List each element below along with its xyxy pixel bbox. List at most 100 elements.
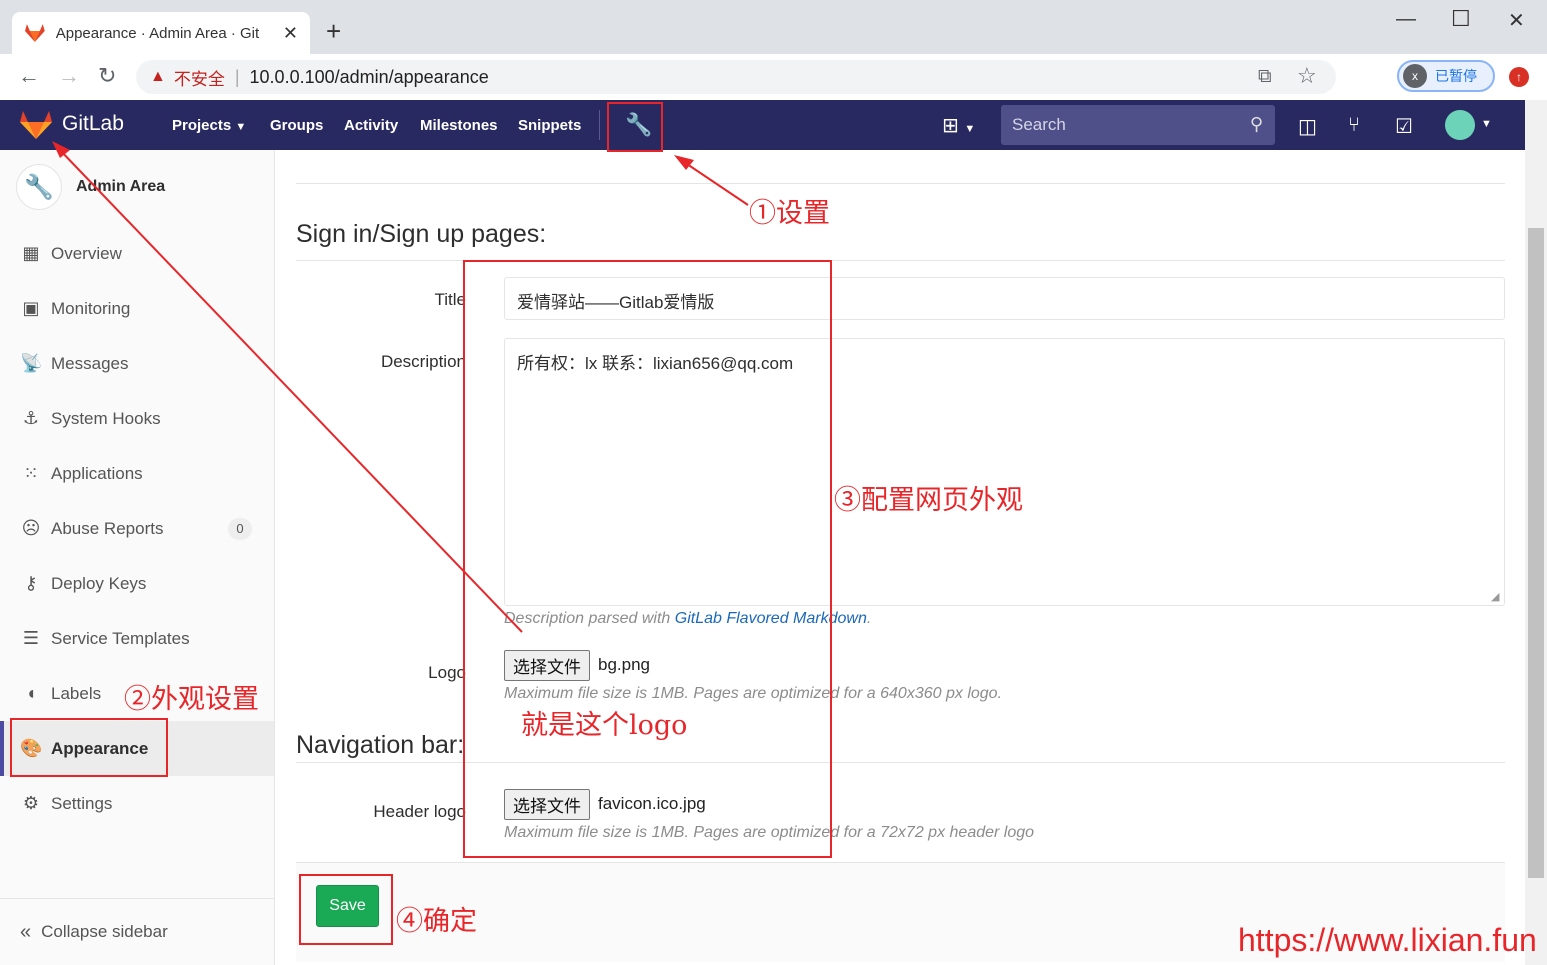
collapse-sidebar-button[interactable]: « Collapse sidebar [0, 898, 274, 965]
sidebar-item-label: Applications [51, 463, 143, 483]
translate-icon[interactable]: ⧉ [1258, 65, 1272, 89]
avatar-chevron-icon[interactable]: ▼ [1481, 118, 1492, 130]
applications-icon: ⁙ [23, 463, 39, 483]
nav-snippets[interactable]: Snippets [518, 117, 581, 134]
nav-milestones[interactable]: Milestones [420, 117, 498, 134]
todos-icon[interactable]: ☑ [1395, 114, 1413, 139]
signin-heading: Sign in/Sign up pages: [296, 220, 547, 248]
double-chevron-left-icon: « [20, 920, 32, 943]
update-icon[interactable]: ↑ [1509, 67, 1529, 87]
scrollbar-thumb[interactable] [1528, 228, 1544, 878]
labels-icon: ◖ [25, 683, 37, 703]
maximize-icon[interactable]: ☐ [1451, 6, 1471, 32]
admin-area-icon: 🔧 [16, 164, 62, 210]
nav-projects-label: Projects [172, 117, 232, 134]
template-icon: ☰ [22, 628, 40, 648]
window-close-icon[interactable]: ✕ [1508, 8, 1525, 33]
sidebar-item-service-templates[interactable]: ☰ Service Templates [0, 611, 274, 666]
nav-activity[interactable]: Activity [344, 117, 398, 134]
nav-divider [599, 110, 600, 140]
user-avatar[interactable] [1445, 110, 1475, 140]
gitlab-favicon-icon [24, 24, 45, 42]
sidebar-item-label: System Hooks [51, 408, 161, 428]
address-bar[interactable]: ▲ 不安全 | 10.0.0.100/admin/appearance [136, 60, 1336, 94]
overview-icon: ▦ [22, 243, 40, 263]
annotation-logo-note: 就是这个logo [521, 710, 688, 741]
annotation-step3: ③配置网页外观 [834, 485, 1023, 516]
address-separator: | [234, 66, 240, 87]
minimize-icon[interactable]: — [1396, 8, 1416, 31]
gitlab-header: GitLab Projects ▼ Groups Activity Milest… [0, 100, 1525, 150]
search-placeholder: Search [1012, 115, 1066, 134]
new-plus-icon[interactable]: ⊞ ▼ [942, 113, 975, 138]
monitoring-icon: ▣ [22, 298, 40, 318]
issues-icon[interactable]: ◫ [1298, 114, 1317, 139]
annotation-step2: ②外观设置 [124, 684, 259, 715]
gitlab-logo-icon[interactable] [19, 110, 53, 140]
brand-name[interactable]: GitLab [62, 112, 124, 136]
sidebar-item-settings[interactable]: ⚙ Settings [0, 776, 274, 831]
divider [296, 183, 1505, 184]
sidebar-item-monitoring[interactable]: ▣ Monitoring [0, 281, 274, 336]
annotation-box-appearance [10, 718, 168, 777]
hook-icon: ⚓ [22, 408, 40, 428]
forward-icon[interactable]: → [58, 64, 80, 88]
browser-tab[interactable]: Appearance · Admin Area · Git ✕ [12, 12, 310, 54]
sidebar-item-label: Settings [51, 793, 113, 813]
sidebar-item-label: Labels [51, 683, 102, 703]
page-scrollbar[interactable] [1525, 100, 1547, 965]
logo-label: Logo [428, 663, 466, 682]
count-badge: 0 [228, 517, 252, 540]
sidebar-item-label: Monitoring [51, 298, 131, 318]
sidebar-item-label: Deploy Keys [51, 573, 147, 593]
bookmark-star-icon[interactable]: ☆ [1297, 64, 1317, 88]
annotation-box-save [299, 874, 393, 945]
description-label: Description [380, 352, 466, 371]
resize-handle-icon[interactable]: ◢ [1491, 590, 1499, 603]
profile-status: 已暂停 [1435, 68, 1477, 84]
profile-button[interactable]: x 已暂停 [1397, 60, 1495, 92]
sidebar-item-system-hooks[interactable]: ⚓ System Hooks [0, 391, 274, 446]
search-icon: ⚲ [1249, 114, 1263, 134]
settings-icon: ⚙ [22, 793, 40, 813]
sidebar-item-deploy-keys[interactable]: ⚷ Deploy Keys [0, 556, 274, 611]
new-tab-button[interactable]: + [326, 16, 341, 46]
annotation-step1: ①设置 [749, 198, 830, 229]
sidebar-item-applications[interactable]: ⁙ Applications [0, 446, 274, 501]
header-logo-label: Header logo [373, 802, 466, 821]
search-input[interactable]: Search ⚲ [1001, 105, 1275, 145]
sidebar-item-label: Abuse Reports [51, 518, 164, 538]
title-label: Title [434, 290, 467, 309]
annotation-box-form [463, 260, 832, 858]
tab-close-icon[interactable]: ✕ [283, 23, 298, 44]
collapse-sidebar-label: Collapse sidebar [41, 922, 168, 941]
chevron-down-icon: ▼ [235, 121, 247, 133]
nav-groups[interactable]: Groups [270, 117, 323, 134]
merge-requests-icon[interactable]: ⑂ [1348, 114, 1360, 137]
back-icon[interactable]: ← [18, 64, 40, 88]
description-hint-suffix: . [866, 610, 872, 627]
sidebar-item-abuse-reports[interactable]: ☹ Abuse Reports 0 [0, 501, 274, 556]
nav-projects[interactable]: Projects ▼ [172, 117, 246, 134]
annotation-box-wrench [607, 102, 663, 152]
sidebar-item-label: Messages [51, 353, 129, 373]
abuse-icon: ☹ [21, 518, 41, 538]
key-icon: ⚷ [24, 573, 38, 593]
reload-icon[interactable]: ↻ [98, 64, 116, 88]
messages-icon: 📡 [20, 353, 43, 373]
profile-avatar: x [1403, 64, 1427, 88]
sidebar-title: Admin Area [76, 178, 166, 195]
sidebar-header[interactable]: 🔧 Admin Area [16, 164, 165, 210]
tab-title: Appearance · Admin Area · Git [55, 24, 260, 42]
admin-sidebar: 🔧 Admin Area ▦ Overview ▣ Monitoring 📡 M… [0, 150, 275, 965]
sidebar-item-messages[interactable]: 📡 Messages [0, 336, 274, 391]
sidebar-item-label: Overview [51, 243, 122, 263]
annotation-step4: ④确定 [396, 906, 477, 937]
security-label: 不安全 [173, 69, 225, 89]
watermark-text: https://www.lixian.fun [1238, 922, 1537, 958]
warning-icon: ▲ [150, 68, 166, 85]
sidebar-item-overview[interactable]: ▦ Overview [0, 226, 274, 281]
browser-toolbar: ← → ↻ ▲ 不安全 | 10.0.0.100/admin/appearanc… [0, 54, 1547, 140]
url-text: 10.0.0.100/admin/appearance [249, 66, 489, 87]
sidebar-item-label: Service Templates [51, 628, 190, 648]
